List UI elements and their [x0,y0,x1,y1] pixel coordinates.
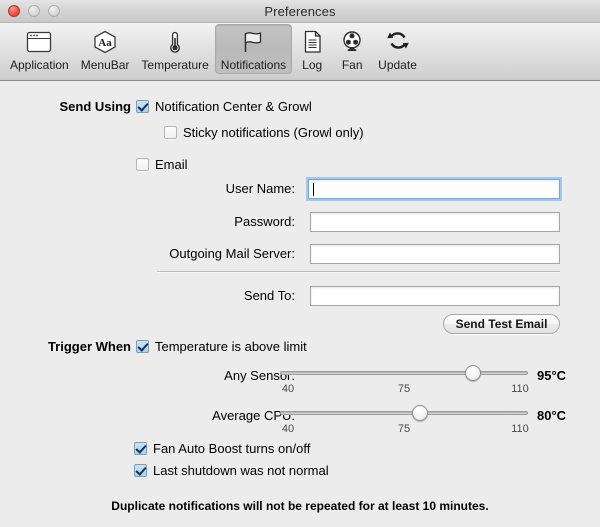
toolbar-item-temperature[interactable]: Temperature [135,24,214,74]
average-cpu-label: Average CPU: [150,408,295,423]
checkbox-box[interactable] [164,126,177,139]
checkbox-sticky-notifications[interactable]: Sticky notifications (Growl only) [164,125,364,140]
average-cpu-slider[interactable]: 40 75 110 [280,405,528,437]
thermometer-icon [161,27,189,57]
toolbar-item-label: Notifications [221,58,286,72]
toolbar-item-menubar[interactable]: Aa MenuBar [75,24,136,74]
checkbox-label: Fan Auto Boost turns on/off [153,441,310,456]
send-to-input[interactable] [310,286,560,306]
title-bar: Preferences [0,0,600,23]
checkbox-label: Last shutdown was not normal [153,463,329,478]
slider-track[interactable] [280,411,528,415]
checkbox-fan-auto-boost[interactable]: Fan Auto Boost turns on/off [134,441,310,456]
checkbox-email[interactable]: Email [136,157,188,172]
slider-thumb[interactable] [412,405,428,421]
window-icon [25,27,53,57]
slider-thumb[interactable] [465,365,481,381]
average-cpu-value: 80°C [537,408,566,423]
toolbar-item-notifications[interactable]: Notifications [215,24,292,74]
refresh-icon [384,27,412,57]
minimize-button[interactable] [28,5,40,17]
send-test-email-button[interactable]: Send Test Email [443,314,560,334]
button-label: Send Test Email [456,317,548,331]
toolbar-item-update[interactable]: Update [372,24,423,74]
window-title: Preferences [0,4,600,19]
any-sensor-value: 95°C [537,368,566,383]
any-sensor-slider[interactable]: 40 75 110 [280,365,528,397]
slider-tick-labels: 40 75 110 [280,423,528,437]
mail-server-label: Outgoing Mail Server: [150,246,295,261]
toolbar-item-fan[interactable]: Fan [332,24,372,74]
window-controls [8,5,60,17]
fan-icon [338,27,366,57]
footnote-text: Duplicate notifications will not be repe… [0,499,600,513]
toolbar: Application Aa MenuBar Temperature [0,23,600,81]
checkbox-label: Sticky notifications (Growl only) [183,125,364,140]
trigger-when-section-label: Trigger When [20,339,131,354]
checkbox-box[interactable] [136,340,149,353]
toolbar-item-label: Fan [342,58,363,72]
toolbar-item-log[interactable]: Log [292,24,332,74]
password-input[interactable] [310,212,560,232]
checkbox-label: Email [155,157,188,172]
slider-track[interactable] [280,371,528,375]
toolbar-item-label: Application [10,58,69,72]
zoom-button[interactable] [48,5,60,17]
checkbox-temperature-above-limit[interactable]: Temperature is above limit [136,339,307,354]
toolbar-item-label: MenuBar [81,58,130,72]
checkbox-box[interactable] [134,442,147,455]
svg-text:Aa: Aa [98,37,112,49]
text-caret [313,183,314,196]
section-divider [157,271,560,273]
checkbox-label: Notification Center & Growl [155,99,312,114]
toolbar-item-label: Temperature [141,58,208,72]
any-sensor-label: Any Sensor: [150,368,295,383]
send-to-label: Send To: [150,288,295,303]
preferences-window: Preferences Application Aa [0,0,600,527]
checkbox-box[interactable] [136,100,149,113]
document-icon [298,27,326,57]
checkbox-box[interactable] [134,464,147,477]
toolbar-item-label: Log [302,58,322,72]
checkbox-box[interactable] [136,158,149,171]
user-name-label: User Name: [150,181,295,196]
aa-hexagon-icon: Aa [91,27,119,57]
slider-tick-labels: 40 75 110 [280,383,528,397]
checkbox-last-shutdown[interactable]: Last shutdown was not normal [134,463,329,478]
checkbox-label: Temperature is above limit [155,339,307,354]
preferences-content: Send Using Notification Center & Growl S… [0,81,600,527]
send-using-section-label: Send Using [26,99,131,114]
flag-icon [239,27,267,57]
toolbar-item-label: Update [378,58,417,72]
password-label: Password: [150,214,295,229]
user-name-input[interactable] [308,179,560,199]
checkbox-notification-center[interactable]: Notification Center & Growl [136,99,312,114]
toolbar-item-application[interactable]: Application [4,24,75,74]
mail-server-input[interactable] [310,244,560,264]
close-button[interactable] [8,5,20,17]
